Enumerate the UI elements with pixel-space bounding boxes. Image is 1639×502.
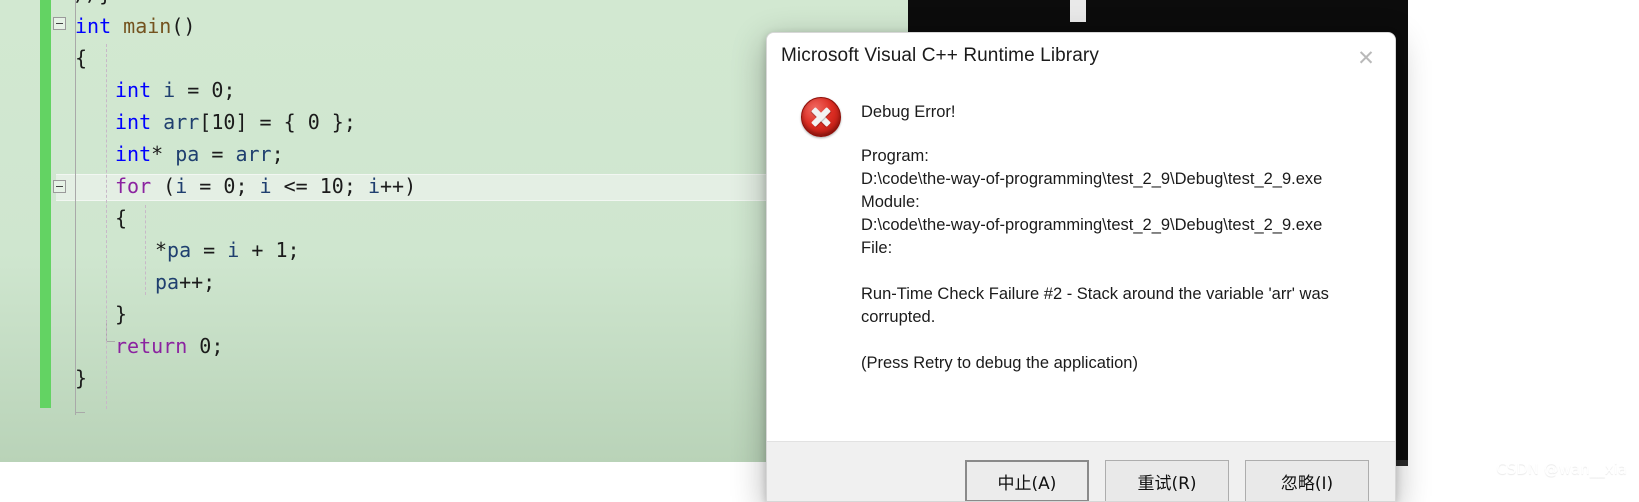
code-token: (	[151, 174, 176, 198]
code-line: pa++;	[155, 266, 215, 298]
dialog-title: Microsoft Visual C++ Runtime Library	[781, 45, 1099, 66]
code-line: *pa = i + 1;	[155, 234, 300, 266]
code-token: ] = {	[235, 110, 308, 134]
code-token: 0	[223, 174, 236, 198]
code-token: for	[115, 174, 152, 198]
code-line: }	[75, 362, 87, 394]
code-line: }	[115, 298, 127, 330]
error-icon	[801, 97, 841, 137]
failure-message: Run-Time Check Failure #2 - Stack around…	[861, 285, 1329, 326]
code-line: int* pa = arr;	[115, 138, 284, 170]
program-path: D:\code\the-way-of-programming\test_2_9\…	[861, 170, 1323, 188]
dialog-footer: 中止(A) 重试(R) 忽略(I)	[767, 441, 1395, 501]
console-cursor	[1070, 0, 1086, 22]
dialog-program-block: Program: D:\code\the-way-of-programming\…	[861, 145, 1377, 260]
code-token: 0	[211, 78, 224, 102]
code-token: ()	[171, 14, 196, 38]
code-line: int main()	[75, 10, 195, 42]
module-path: D:\code\the-way-of-programming\test_2_9\…	[861, 216, 1323, 234]
code-token: //}	[75, 0, 111, 6]
code-line: return 0;	[115, 330, 223, 362]
hint-message: (Press Retry to debug the application)	[861, 354, 1138, 372]
code-token: ;	[223, 78, 236, 102]
screen-root: //}int main(){int i = 0;int arr[10] = { …	[0, 0, 1639, 502]
code-token: pa	[155, 270, 180, 294]
program-label: Program:	[861, 147, 929, 165]
code-token: main	[123, 14, 172, 38]
code-token: {	[75, 46, 88, 70]
dialog-titlebar: Microsoft Visual C++ Runtime Library ✕	[767, 33, 1395, 85]
code-token: i	[227, 238, 240, 262]
code-token: 0	[199, 334, 212, 358]
module-label: Module:	[861, 193, 920, 211]
code-token: };	[319, 110, 356, 134]
code-token: }	[75, 366, 88, 390]
code-line: int i = 0;	[115, 74, 235, 106]
code-token: ;	[211, 334, 224, 358]
code-token: }	[115, 302, 128, 326]
code-token: ;	[287, 238, 300, 262]
code-token: <=	[271, 174, 320, 198]
code-token: i	[259, 174, 272, 198]
code-token: =	[191, 238, 228, 262]
close-icon[interactable]: ✕	[1343, 41, 1389, 75]
file-label: File:	[861, 239, 893, 257]
code-token: ;	[271, 142, 284, 166]
code-token: ++;	[179, 270, 216, 294]
csdn-watermark: CSDN @wan__xia	[1496, 460, 1627, 478]
code-token: i	[163, 78, 176, 102]
code-token: 1	[275, 238, 288, 262]
code-line: //}	[75, 0, 111, 10]
dialog-heading: Debug Error!	[861, 103, 956, 121]
code-token: 10	[211, 110, 236, 134]
code-token: *	[155, 238, 168, 262]
code-token: return	[115, 334, 188, 358]
code-token: *	[151, 142, 176, 166]
dialog-body: Debug Error! Program: D:\code\the-way-of…	[767, 85, 1395, 443]
code-token: int	[115, 142, 152, 166]
code-line: {	[75, 42, 87, 74]
ignore-button[interactable]: 忽略(I)	[1245, 460, 1369, 501]
code-token: int	[115, 110, 152, 134]
code-token: {	[115, 206, 128, 230]
abort-button[interactable]: 中止(A)	[965, 460, 1089, 501]
code-token: arr	[235, 142, 272, 166]
code-token: pa	[167, 238, 192, 262]
code-token: ;	[343, 174, 368, 198]
code-token: 0	[307, 110, 320, 134]
code-line: for (i = 0; i <= 10; i++)	[115, 170, 416, 202]
code-token: ;	[235, 174, 260, 198]
code-line: {	[115, 202, 127, 234]
code-token: [	[199, 110, 212, 134]
code-token: arr	[163, 110, 200, 134]
code-token: =	[199, 142, 236, 166]
code-token: =	[175, 78, 212, 102]
code-token: 10	[319, 174, 344, 198]
code-line: int arr[10] = { 0 };	[115, 106, 356, 138]
runtime-error-dialog[interactable]: Microsoft Visual C++ Runtime Library ✕ D…	[766, 32, 1396, 502]
code-token: =	[187, 174, 224, 198]
code-token: int	[115, 78, 152, 102]
retry-button[interactable]: 重试(R)	[1105, 460, 1229, 501]
code-token: pa	[175, 142, 200, 166]
code-token: int	[75, 14, 112, 38]
code-token: ++)	[379, 174, 417, 198]
code-token: +	[239, 238, 276, 262]
code-token: i	[367, 174, 380, 198]
code-token: i	[175, 174, 188, 198]
